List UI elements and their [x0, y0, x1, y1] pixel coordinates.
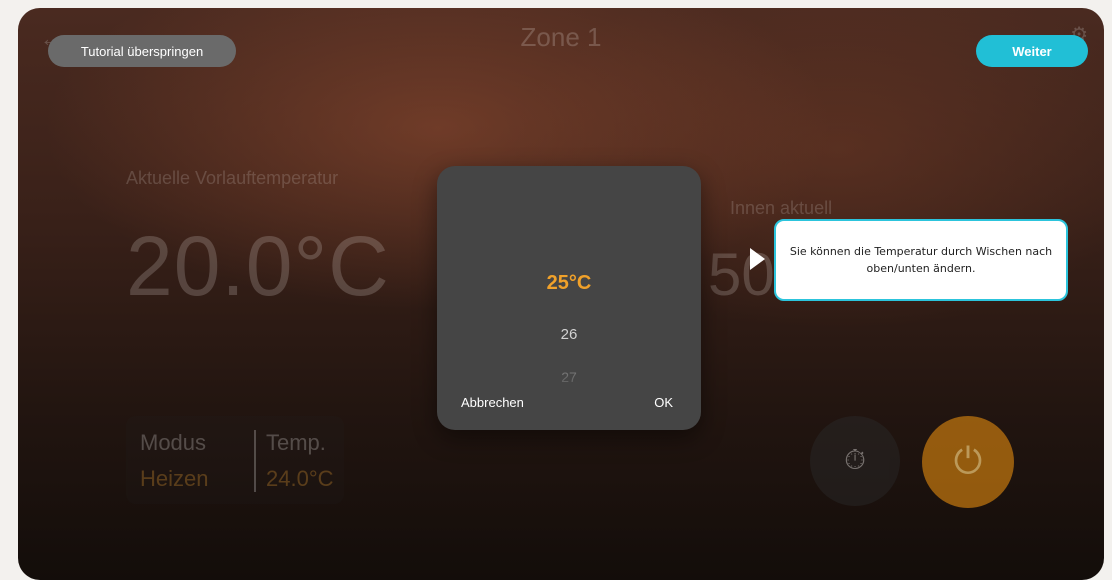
tooltip-text: Sie können die Temperatur durch Wischen … [789, 245, 1053, 275]
flow-temperature-label: Aktuelle Vorlauftemperatur [126, 168, 339, 188]
cancel-button[interactable]: Abbrechen [461, 395, 524, 410]
tooltip-pointer-icon [750, 248, 765, 270]
temperature-picker-dialog: 25°C 26 27 Abbrechen OK [437, 166, 701, 430]
ok-button[interactable]: OK [654, 395, 673, 410]
tutorial-tooltip: Sie können die Temperatur durch Wischen … [774, 219, 1068, 301]
flow-temperature-value: 20.0°C [126, 219, 390, 313]
temp-label: Temp. [266, 430, 326, 455]
app-screen: ← Zone 1 ⚙ Aktuelle Vorlauftemperatur 20… [18, 8, 1104, 580]
mode-label: Modus [140, 430, 207, 455]
next-button[interactable]: Weiter [976, 35, 1088, 67]
picker-option[interactable]: 26 [437, 326, 701, 343]
temp-value: 24.0°C [266, 466, 334, 491]
stopwatch-icon: ⏱ [844, 444, 866, 475]
picker-selected-value[interactable]: 25°C [437, 272, 701, 295]
picker-fade [437, 354, 701, 398]
indoor-label: Innen aktuell [730, 198, 833, 218]
mode-temp-box[interactable]: Modus Heizen Temp. 24.0°C [126, 416, 344, 504]
power-button[interactable]: ⏻ [922, 416, 1014, 508]
mode-value: Heizen [140, 466, 209, 491]
skip-tutorial-button[interactable]: Tutorial überspringen [48, 35, 236, 67]
timer-button[interactable]: ⏱ [810, 416, 900, 506]
power-icon: ⏻ [953, 440, 983, 481]
